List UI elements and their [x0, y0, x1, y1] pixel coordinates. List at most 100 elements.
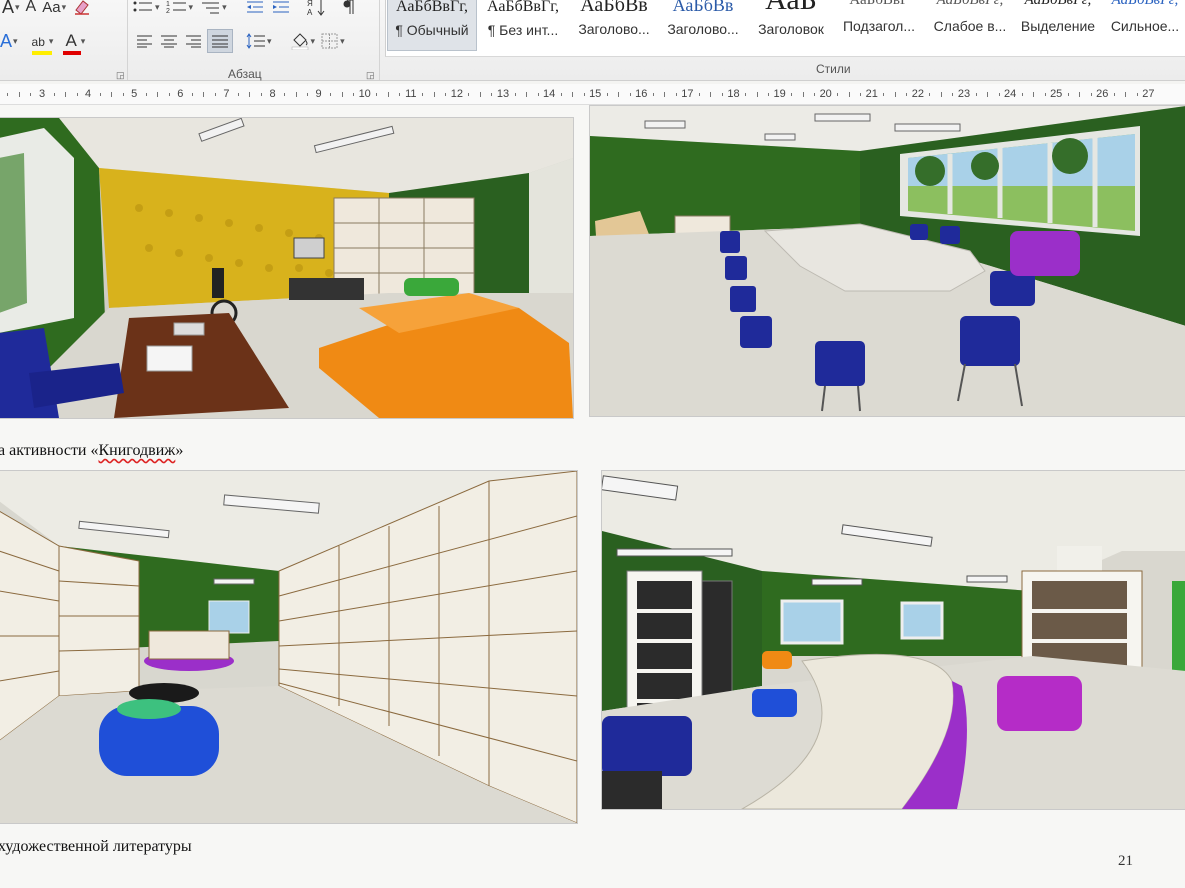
highlight-swatch [31, 50, 52, 55]
ruler-number: 22 [911, 88, 925, 100]
style-subtitle[interactable]: АаБбВвГ Подзагол... [834, 0, 924, 50]
multilevel-list-button[interactable]: ▾ [199, 0, 227, 18]
svg-text:Я: Я [307, 0, 313, 8]
ruler-number: 16 [635, 88, 648, 100]
ruler-tick [7, 93, 9, 96]
ruler-tick [721, 93, 723, 96]
font-size-increase-button[interactable]: A [26, 0, 37, 18]
ruler-tick [618, 92, 620, 97]
clear-formatting-button[interactable] [72, 0, 92, 18]
ruler-number: 4 [85, 88, 92, 100]
style-subtle-emphasis[interactable]: АаБбВвГг, Слабое в... [926, 0, 1014, 50]
change-case-button[interactable]: Aa ▾ [42, 0, 66, 18]
ruler-tick [860, 93, 862, 96]
borders-icon [321, 33, 338, 49]
align-left-icon [137, 35, 152, 48]
ruler-number: 15 [589, 88, 602, 100]
ruler-tick [468, 93, 470, 96]
line-spacing-icon [246, 33, 265, 49]
ruler-tick [433, 92, 435, 97]
ruler-number: 3 [38, 88, 46, 100]
ruler-tick [214, 93, 216, 96]
ruler-tick [445, 93, 447, 96]
render-meeting-room [590, 106, 1185, 416]
svg-text:1: 1 [166, 1, 170, 8]
font-dialog-launcher[interactable]: ◲ [116, 70, 125, 81]
ruler-tick [883, 93, 885, 96]
horizontal-ruler[interactable]: 3 4 5 6 7 8 9 10 11 12 13 14 15 16 17 18 19 20 21 22 23 24 25 2… [0, 84, 1185, 105]
style-intense-emphasis[interactable]: АаБбВвГг, Сильное... [1104, 0, 1185, 50]
paragraph-dialog-launcher[interactable]: ◲ [366, 70, 375, 81]
bullets-button[interactable]: ▾ [132, 0, 160, 18]
ruler-number: 21 [865, 88, 878, 100]
ruler-tick [537, 93, 539, 96]
ruler-tick [1033, 92, 1035, 97]
borders-button[interactable]: ▾ [321, 30, 345, 52]
style-normal[interactable]: АаБбВвГг, ¶ Обычный [387, 0, 477, 51]
highlight-color-button[interactable]: ab ▾ [31, 30, 53, 55]
ruler-number: 13 [496, 88, 510, 100]
ruler-tick [756, 92, 758, 97]
document-page[interactable]: а активности «Книгодвиж» художественной … [0, 105, 1185, 888]
font-color-swatch [63, 51, 82, 55]
ruler-tick [894, 92, 896, 97]
show-marks-button[interactable] [341, 0, 355, 18]
ruler-tick [122, 93, 124, 96]
justify-icon [212, 35, 228, 48]
style-title[interactable]: АаБ Заголовок [748, 0, 834, 50]
ruler-tick [975, 93, 977, 96]
numbering-button[interactable]: 1 2 ▾ [166, 0, 194, 18]
ruler-tick [295, 92, 297, 97]
align-right-icon [186, 35, 201, 48]
styles-gallery: АаБбВвГг, ¶ Обычный АаБбВвГг, ¶ Без инт.… [385, 0, 1185, 57]
highlight-label: ab [31, 34, 45, 49]
style-heading-2[interactable]: АаБбВв Заголово... [658, 0, 748, 50]
ruler-tick [53, 93, 55, 96]
style-preview: АаБбВвГг, [395, 0, 468, 15]
decrease-indent-button[interactable] [245, 0, 265, 18]
ruler-tick [168, 93, 170, 96]
increase-indent-button[interactable] [271, 0, 291, 18]
ruler-number: 27 [1142, 88, 1155, 100]
style-name: Подзагол... [842, 18, 916, 34]
ruler-tick [422, 93, 424, 96]
figure-caption-2: художественной литературы [0, 838, 192, 855]
ruler-tick [1090, 93, 1092, 96]
ruler-tick [791, 93, 793, 96]
style-preview: АаБбВв [580, 0, 648, 16]
ruler-tick [606, 93, 608, 96]
style-heading-1[interactable]: АаБбВв Заголово... [570, 0, 658, 50]
ruler-tick [745, 93, 747, 96]
ruler-tick [952, 93, 954, 96]
style-no-spacing[interactable]: АаБбВвГг, ¶ Без инт... [478, 0, 568, 50]
text-effects-button[interactable]: A ▾ [0, 30, 18, 52]
ruler-tick [560, 93, 562, 96]
ruler-number: 6 [177, 88, 184, 100]
ruler-number: 14 [542, 88, 556, 100]
ruler-tick [284, 93, 286, 96]
render-library-stacks [0, 471, 577, 823]
align-left-button[interactable] [136, 30, 154, 52]
sort-button[interactable]: ЯА [307, 0, 327, 18]
pilcrow-icon [343, 0, 354, 14]
justify-button[interactable] [207, 29, 233, 53]
style-preview: АаБбВвГ [849, 0, 909, 8]
font-color-button[interactable]: A ▾ [63, 30, 85, 55]
ruler-tick [1079, 92, 1081, 97]
ruler-number: 9 [315, 88, 322, 100]
ruler-tick [848, 92, 850, 97]
line-spacing-button[interactable]: ▾ [246, 30, 272, 52]
align-center-button[interactable] [160, 30, 178, 52]
shading-button[interactable]: ▾ [290, 30, 315, 52]
style-name: Заголовок [758, 21, 824, 37]
ruler-number: 24 [1003, 88, 1017, 100]
ruler-number: 7 [223, 88, 230, 100]
style-emphasis[interactable]: АаБбВвГг, Выделение [1014, 0, 1102, 50]
numbered-list-icon: 12 [166, 1, 186, 15]
align-right-button[interactable] [184, 30, 202, 52]
multilevel-list-icon [202, 2, 220, 14]
font-size-decrease-button[interactable]: A ▾ [2, 0, 20, 18]
ruler-tick [157, 92, 159, 97]
ruler-tick [491, 93, 493, 96]
ruler-tick [399, 93, 401, 96]
